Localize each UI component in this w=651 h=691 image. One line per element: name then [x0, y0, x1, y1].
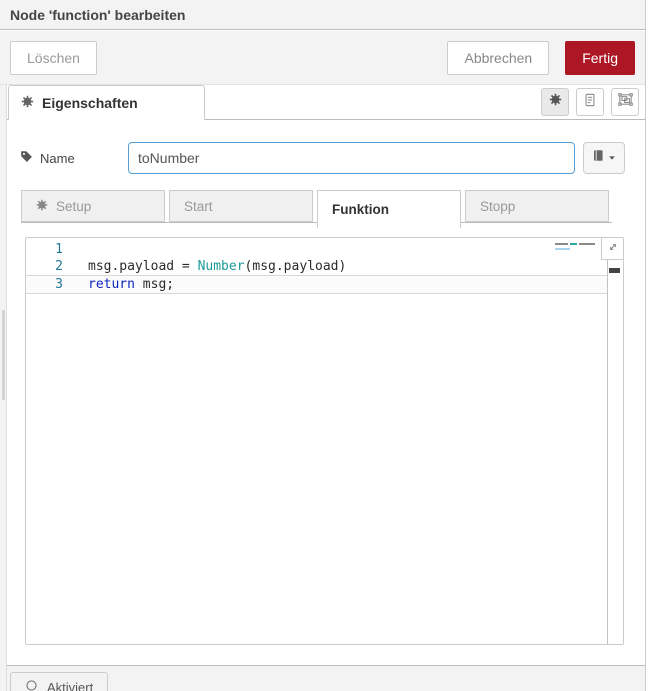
dialog-main: Node 'function' bearbeiten Löschen Abbre… — [0, 0, 646, 691]
tab-stopp-label: Stopp — [480, 199, 515, 214]
tab-setup[interactable]: Setup — [21, 190, 165, 222]
dialog-title-bar: Node 'function' bearbeiten — [0, 0, 645, 30]
node-group-button[interactable] — [611, 88, 639, 116]
gear-icon — [549, 93, 562, 111]
tab-start-label: Start — [184, 199, 213, 214]
tab-stopp[interactable]: Stopp — [465, 190, 609, 222]
line-number: 1 — [26, 241, 63, 258]
resize-grip — [2, 310, 5, 400]
caret-down-icon — [608, 149, 616, 167]
object-group-icon — [618, 92, 633, 112]
node-enabled-toggle[interactable]: Aktiviert — [10, 672, 108, 691]
editor-toolbar-buttons — [541, 88, 639, 116]
node-description-button[interactable] — [576, 88, 604, 116]
book-icon — [592, 149, 605, 167]
line-number: 3 — [26, 276, 63, 293]
line-number: 2 — [26, 258, 63, 275]
code-text: return msg; — [88, 276, 174, 293]
code-line-current[interactable]: 3 return msg; — [26, 275, 608, 294]
gear-icon — [36, 199, 48, 214]
name-label-text: Name — [40, 151, 75, 166]
tray-resize-handle[interactable] — [0, 85, 7, 691]
dialog-toolbar: Löschen Abbrechen Fertig — [0, 31, 645, 85]
properties-tab-row: Eigenschaften — [0, 85, 645, 120]
gear-icon — [21, 95, 34, 111]
file-text-icon — [583, 93, 597, 112]
circle-icon — [25, 679, 38, 691]
tab-start[interactable]: Start — [169, 190, 313, 222]
minimap-segment — [570, 243, 577, 245]
function-tabs: Setup Start Funktion Stopp — [21, 190, 612, 228]
code-line[interactable]: 2 msg.payload = Number(msg.payload) — [26, 258, 608, 275]
tab-funktion-label: Funktion — [332, 202, 389, 217]
enabled-label: Aktiviert — [47, 680, 93, 691]
expand-icon — [607, 241, 619, 257]
code-editor[interactable]: 1 2 msg.payload = Number(msg.payload) 3 … — [25, 237, 624, 645]
minimap-segment — [555, 243, 568, 245]
minimap-line — [555, 248, 603, 250]
tag-icon — [20, 150, 33, 166]
editor-scroll-marker — [609, 268, 620, 273]
delete-button[interactable]: Löschen — [10, 41, 97, 75]
editor-overview-ruler — [607, 238, 608, 644]
editor-expand-button[interactable] — [601, 238, 623, 260]
code-line[interactable]: 1 — [26, 241, 608, 258]
name-field-label: Name — [20, 150, 128, 166]
code-text: msg.payload = Number(msg.payload) — [88, 258, 346, 275]
dialog-footer: Aktiviert — [0, 665, 645, 691]
tab-funktion[interactable]: Funktion — [317, 190, 461, 228]
node-settings-button[interactable] — [541, 88, 569, 116]
done-button[interactable]: Fertig — [565, 41, 635, 75]
name-input[interactable] — [128, 142, 575, 174]
tab-properties-label: Eigenschaften — [42, 95, 138, 111]
dialog-title: Node 'function' bearbeiten — [10, 7, 185, 23]
editor-minimap[interactable] — [555, 243, 603, 253]
name-field-row: Name — [20, 142, 625, 174]
minimap-segment — [555, 248, 570, 250]
tab-setup-label: Setup — [56, 199, 91, 214]
cancel-button[interactable]: Abbrechen — [447, 41, 549, 75]
edit-node-dialog: Node 'function' bearbeiten Löschen Abbre… — [0, 0, 651, 691]
library-button[interactable] — [583, 142, 625, 174]
minimap-segment — [579, 243, 595, 245]
tab-properties[interactable]: Eigenschaften — [8, 85, 205, 120]
code-lines: 1 2 msg.payload = Number(msg.payload) 3 … — [26, 241, 608, 294]
minimap-line — [555, 243, 603, 245]
